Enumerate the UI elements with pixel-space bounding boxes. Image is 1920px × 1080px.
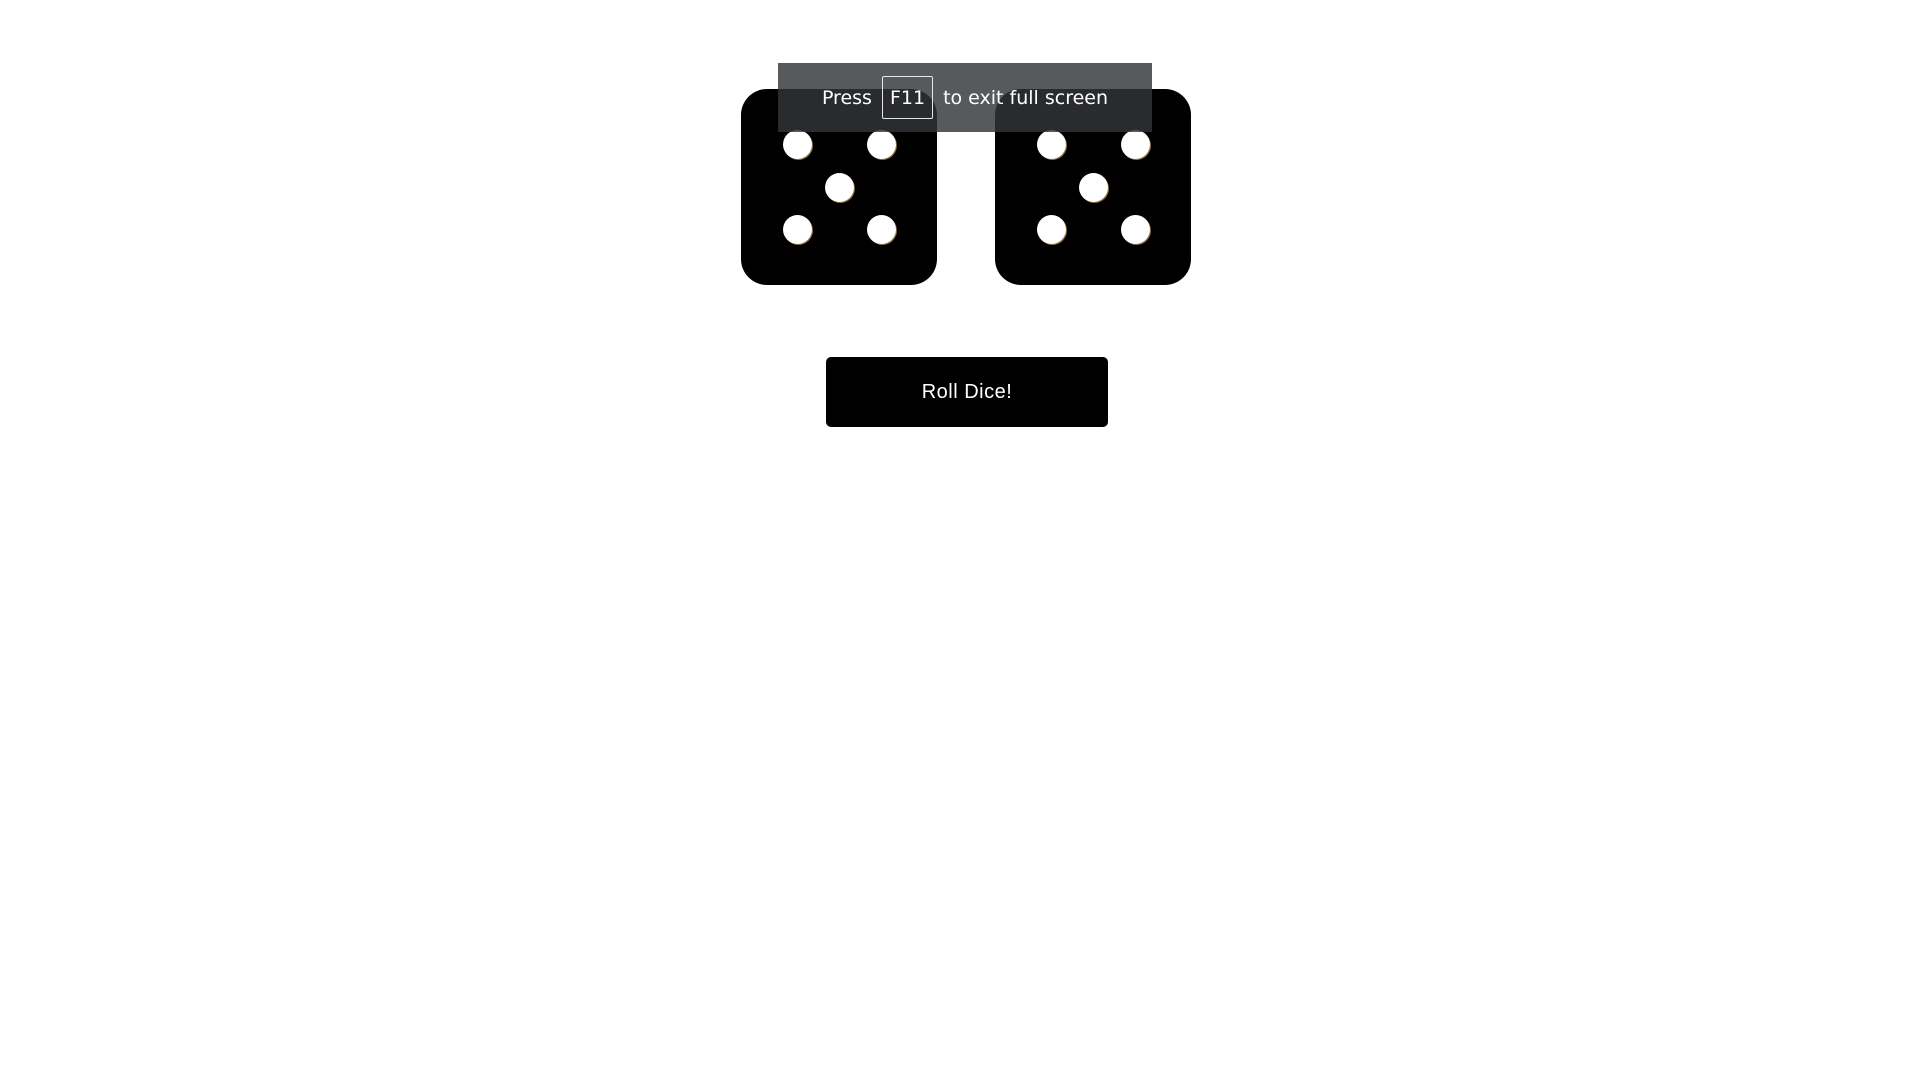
die-2-pip <box>1037 130 1066 159</box>
die-1-pip <box>867 215 896 244</box>
die-1-pip <box>783 130 812 159</box>
banner-suffix-text: to exit full screen <box>943 86 1109 109</box>
roll-dice-button[interactable]: Roll Dice! <box>826 357 1108 427</box>
die-1-pip <box>825 173 854 202</box>
game-stage: Roll Dice! Press F11 to exit full screen <box>0 0 1920 1080</box>
die-2-pip <box>1037 215 1066 244</box>
die-2-pip <box>1121 130 1150 159</box>
f11-key-badge: F11 <box>881 76 934 119</box>
die-1-pip <box>867 130 896 159</box>
fullscreen-exit-banner: Press F11 to exit full screen <box>778 63 1152 132</box>
banner-prefix-text: Press <box>821 86 872 109</box>
die-2-pip <box>1121 215 1150 244</box>
die-2-pip <box>1079 173 1108 202</box>
die-1-pip <box>783 215 812 244</box>
